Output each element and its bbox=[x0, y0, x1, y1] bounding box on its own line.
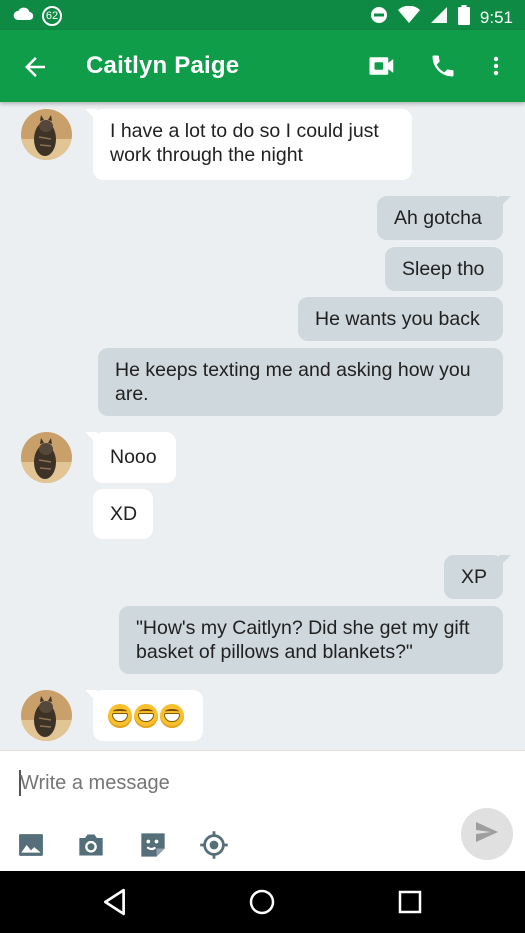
emoji-row bbox=[108, 700, 188, 728]
message-input[interactable] bbox=[20, 768, 440, 798]
navigation-bar bbox=[0, 871, 525, 933]
message-bubble-outgoing[interactable]: He keeps texting me and asking how you a… bbox=[98, 348, 503, 416]
message-bubble-outgoing[interactable]: XP bbox=[444, 555, 511, 599]
contact-avatar[interactable] bbox=[21, 109, 72, 160]
clock: 9:51 bbox=[479, 7, 513, 27]
message-bubble-outgoing[interactable]: "How's my Caitlyn? Did she get my gift b… bbox=[119, 606, 503, 674]
nav-home-icon[interactable] bbox=[246, 886, 278, 918]
message-bubble-outgoing[interactable]: Ah gotcha bbox=[377, 196, 511, 240]
grinning-face-icon bbox=[108, 704, 132, 728]
message-text: Sleep tho bbox=[402, 258, 485, 280]
message-bubble-incoming[interactable]: I have a lot to do so I could just work … bbox=[85, 109, 412, 180]
nav-recents-icon[interactable] bbox=[394, 886, 426, 918]
message-text-line: are. bbox=[115, 383, 149, 405]
cell-signal-icon bbox=[430, 6, 448, 29]
image-icon[interactable] bbox=[15, 829, 47, 861]
message-text-line: "How's my Caitlyn? Did she get my gift bbox=[136, 617, 470, 639]
camera-icon[interactable] bbox=[75, 829, 107, 861]
message-bubble-incoming[interactable]: Nooo bbox=[85, 432, 176, 483]
message-text: XD bbox=[110, 503, 138, 525]
phone-icon[interactable] bbox=[427, 50, 459, 82]
do-not-disturb-icon bbox=[370, 6, 388, 29]
send-icon bbox=[475, 821, 499, 848]
message-bubble-incoming[interactable]: XD bbox=[93, 489, 153, 539]
cloud-icon bbox=[12, 5, 34, 26]
nav-back-icon[interactable] bbox=[99, 886, 131, 918]
contact-avatar[interactable] bbox=[21, 432, 72, 483]
grinning-face-icon bbox=[160, 704, 184, 728]
message-text: XP bbox=[461, 566, 488, 588]
message-text-line: work through the night bbox=[110, 144, 303, 166]
sticker-icon[interactable] bbox=[137, 829, 169, 861]
message-text: He wants you back bbox=[315, 308, 480, 330]
message-text-line: basket of pillows and blankets?" bbox=[136, 641, 413, 663]
status-bar: 62 9:51 bbox=[0, 0, 525, 30]
location-icon[interactable] bbox=[198, 829, 230, 861]
message-text-line: He keeps texting me and asking how you bbox=[115, 359, 471, 381]
back-arrow-icon[interactable] bbox=[20, 52, 50, 82]
conversation-title: Caitlyn Paige bbox=[86, 52, 240, 79]
composer bbox=[0, 750, 525, 872]
notification-count-badge: 62 bbox=[42, 5, 62, 26]
app-bar: Caitlyn Paige bbox=[0, 30, 525, 102]
message-bubble-outgoing[interactable]: Sleep tho bbox=[385, 247, 503, 291]
contact-avatar[interactable] bbox=[21, 690, 72, 741]
message-bubble-incoming[interactable] bbox=[85, 690, 203, 741]
video-call-icon[interactable] bbox=[366, 50, 398, 82]
battery-icon bbox=[457, 5, 470, 30]
message-text: Nooo bbox=[110, 446, 157, 468]
send-button[interactable] bbox=[461, 808, 513, 860]
message-bubble-outgoing[interactable]: He wants you back bbox=[298, 297, 503, 341]
message-text: Ah gotcha bbox=[394, 207, 482, 229]
message-list[interactable]: I have a lot to do so I could just work … bbox=[0, 102, 525, 750]
more-vert-icon[interactable] bbox=[480, 50, 512, 82]
grinning-face-icon bbox=[134, 704, 158, 728]
message-text-line: I have a lot to do so I could just bbox=[110, 120, 379, 142]
wifi-icon bbox=[397, 5, 420, 29]
